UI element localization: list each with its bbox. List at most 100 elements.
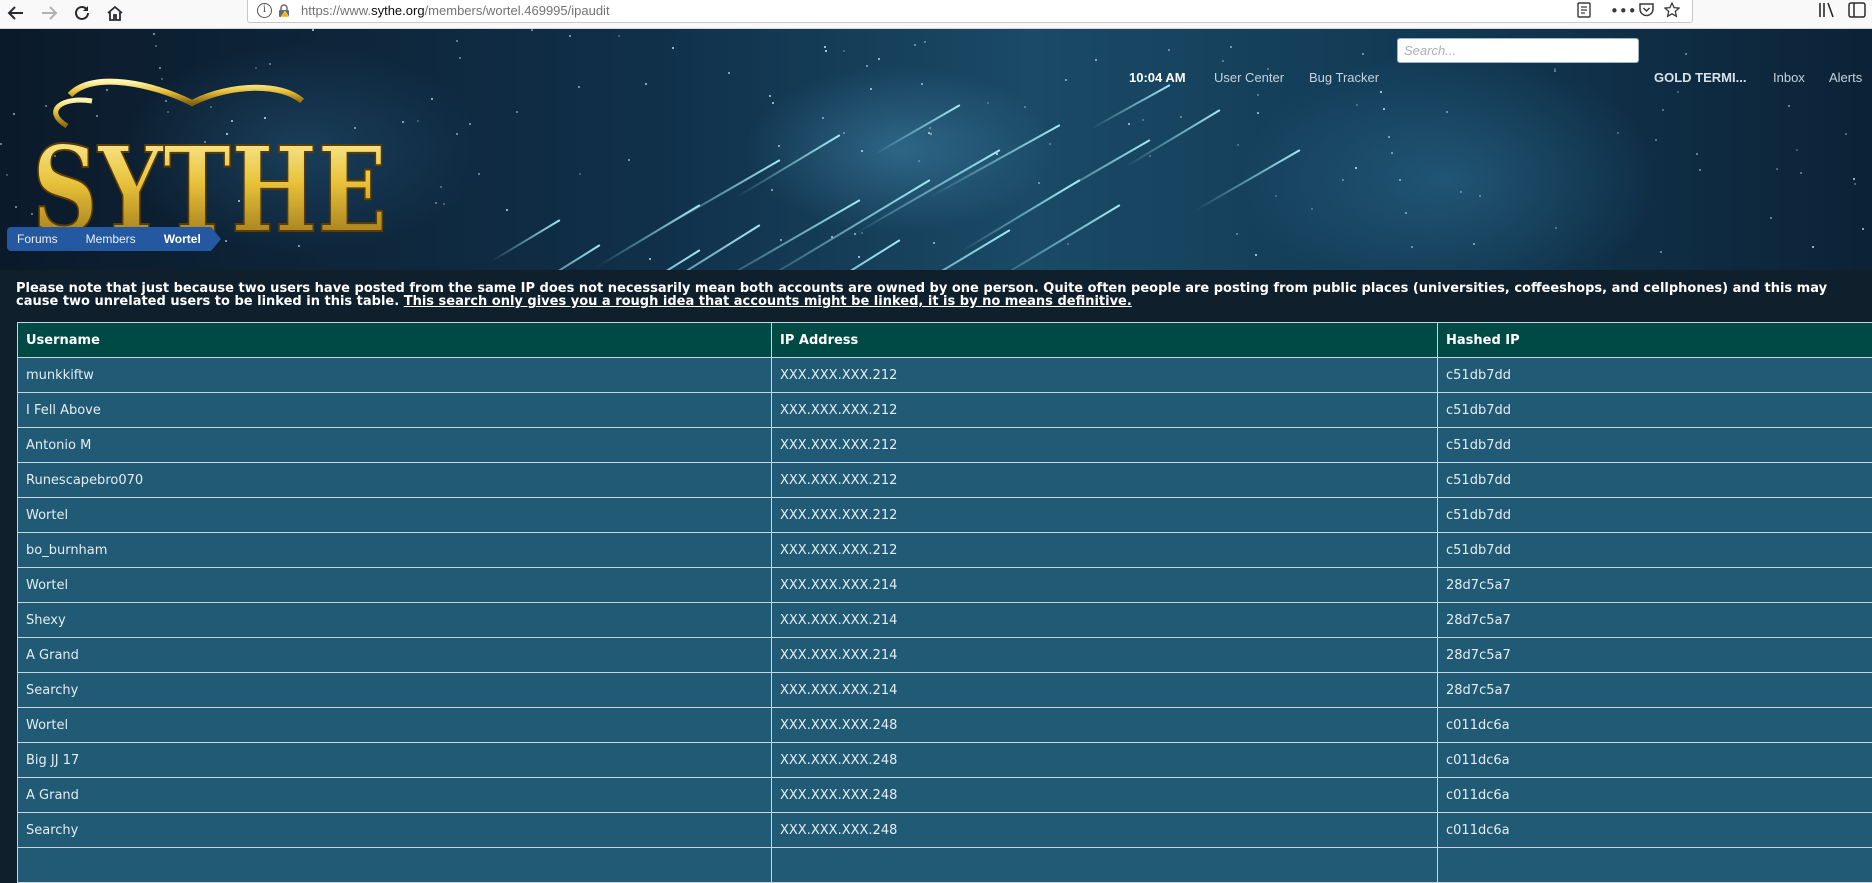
- username-cell[interactable]: Shexy: [18, 603, 772, 638]
- username-cell[interactable]: A Grand: [18, 638, 772, 673]
- reader-view-icon[interactable]: [1575, 2, 1593, 20]
- star: [1845, 133, 1847, 135]
- hashed-ip-cell: c51db7dd: [1438, 428, 1872, 463]
- reload-icon[interactable]: [70, 1, 94, 25]
- nav-inbox[interactable]: Inbox: [1773, 70, 1805, 85]
- info-icon[interactable]: i: [257, 3, 272, 18]
- star: [1255, 254, 1257, 256]
- star: [1275, 195, 1277, 197]
- table-row: WortelXXX.XXX.XXX.248c011dc6a: [18, 708, 1872, 743]
- star: [987, 102, 989, 104]
- star: [417, 120, 419, 122]
- username-cell[interactable]: Big JJ 17: [18, 743, 772, 778]
- hashed-ip-cell: 28d7c5a7: [1438, 603, 1872, 638]
- username-cell[interactable]: Searchy: [18, 813, 772, 848]
- home-icon[interactable]: [103, 1, 127, 25]
- ip-address-cell: XXX.XXX.XXX.212: [772, 393, 1438, 428]
- nav-account-menu[interactable]: GOLD TERMI...: [1654, 70, 1746, 85]
- table-header-row: Username IP Address Hashed IP: [18, 323, 1872, 358]
- breadcrumb-current[interactable]: Wortel: [154, 227, 211, 251]
- meteor-streak: [1125, 109, 1220, 167]
- site-logo[interactable]: SYTHE: [32, 73, 392, 253]
- star: [645, 83, 647, 85]
- url-bar[interactable]: i https://www.sythe.org/members/wortel.4…: [247, 0, 1693, 23]
- meteor-streak: [873, 104, 961, 156]
- username-cell[interactable]: Wortel: [18, 708, 772, 743]
- username-cell[interactable]: A Grand: [18, 778, 772, 813]
- star: [443, 203, 445, 205]
- ip-address-cell: XXX.XXX.XXX.248: [772, 778, 1438, 813]
- star: [1405, 212, 1407, 214]
- star: [1862, 228, 1864, 230]
- star: [930, 133, 932, 135]
- username-cell[interactable]: Wortel: [18, 568, 772, 603]
- library-icon[interactable]: [1818, 2, 1836, 23]
- more-actions-icon[interactable]: •••: [1610, 2, 1628, 20]
- lock-warning-icon[interactable]: [278, 4, 290, 18]
- forward-icon[interactable]: [37, 1, 61, 25]
- meteor-streak: [515, 244, 601, 270]
- meteor-streak: [741, 179, 931, 270]
- breadcrumb-members[interactable]: Members: [76, 227, 146, 251]
- star: [858, 256, 860, 258]
- username-cell[interactable]: Runescapebro070: [18, 463, 772, 498]
- star: [921, 83, 923, 85]
- star: [728, 72, 730, 74]
- username-cell[interactable]: Antonio M: [18, 428, 772, 463]
- star: [1660, 251, 1662, 253]
- star: [1796, 149, 1798, 151]
- star: [1236, 233, 1238, 235]
- star: [1142, 119, 1144, 121]
- table-row: Big JJ 17XXX.XXX.XXX.248c011dc6a: [18, 743, 1872, 778]
- ip-address-cell: XXX.XXX.XXX.248: [772, 708, 1438, 743]
- table-row: SearchyXXX.XXX.XXX.248c011dc6a: [18, 813, 1872, 848]
- meteor-streak: [959, 179, 1080, 253]
- nav-user-center[interactable]: User Center: [1214, 70, 1284, 85]
- star: [435, 202, 437, 204]
- breadcrumb-forums[interactable]: Forums: [7, 227, 68, 251]
- star: [15, 206, 17, 208]
- pocket-icon[interactable]: [1637, 2, 1655, 20]
- hashed-ip-cell: c011dc6a: [1438, 778, 1872, 813]
- table-body: munkkiftwXXX.XXX.XXX.212c51db7ddI Fell A…: [18, 358, 1872, 883]
- meteor-streak: [1091, 84, 1171, 129]
- hashed-ip-cell: c51db7dd: [1438, 498, 1872, 533]
- table-row: Antonio MXXX.XXX.XXX.212c51db7dd: [18, 428, 1872, 463]
- star: [1617, 132, 1619, 134]
- star: [1237, 144, 1239, 146]
- search-input[interactable]: [1397, 38, 1639, 63]
- star: [1383, 108, 1385, 110]
- star: [516, 111, 518, 113]
- star: [1049, 143, 1051, 145]
- star: [1776, 168, 1778, 170]
- star: [1655, 139, 1657, 141]
- star: [1853, 178, 1855, 180]
- ip-address-cell: XXX.XXX.XXX.212: [772, 463, 1438, 498]
- username-cell[interactable]: Searchy: [18, 673, 772, 708]
- star: [1788, 105, 1790, 107]
- star: [778, 145, 780, 147]
- star: [578, 86, 580, 88]
- username-cell[interactable]: munkkiftw: [18, 358, 772, 393]
- bookmark-star-icon[interactable]: [1663, 2, 1681, 20]
- nav-alerts[interactable]: Alerts: [1829, 70, 1862, 85]
- meteor-streak: [852, 149, 1000, 236]
- hashed-ip-cell: 28d7c5a7: [1438, 673, 1872, 708]
- star: [918, 160, 920, 162]
- username-cell[interactable]: Wortel: [18, 498, 772, 533]
- ip-address-cell: XXX.XXX.XXX.212: [772, 533, 1438, 568]
- table-row: A GrandXXX.XXX.XXX.21428d7c5a7: [18, 638, 1872, 673]
- nav-bug-tracker[interactable]: Bug Tracker: [1309, 70, 1379, 85]
- username-cell[interactable]: I Fell Above: [18, 393, 772, 428]
- username-cell[interactable]: bo_burnham: [18, 533, 772, 568]
- table-row: I Fell AboveXXX.XXX.XXX.212c51db7dd: [18, 393, 1872, 428]
- star: [780, 239, 782, 241]
- star: [649, 258, 651, 260]
- username-cell[interactable]: [18, 848, 772, 883]
- ip-address-cell: XXX.XXX.XXX.214: [772, 568, 1438, 603]
- hashed-ip-cell: c51db7dd: [1438, 358, 1872, 393]
- star: [996, 153, 998, 155]
- back-icon[interactable]: [4, 1, 28, 25]
- table-row: bo_burnhamXXX.XXX.XXX.212c51db7dd: [18, 533, 1872, 568]
- sidebar-icon[interactable]: [1848, 2, 1866, 23]
